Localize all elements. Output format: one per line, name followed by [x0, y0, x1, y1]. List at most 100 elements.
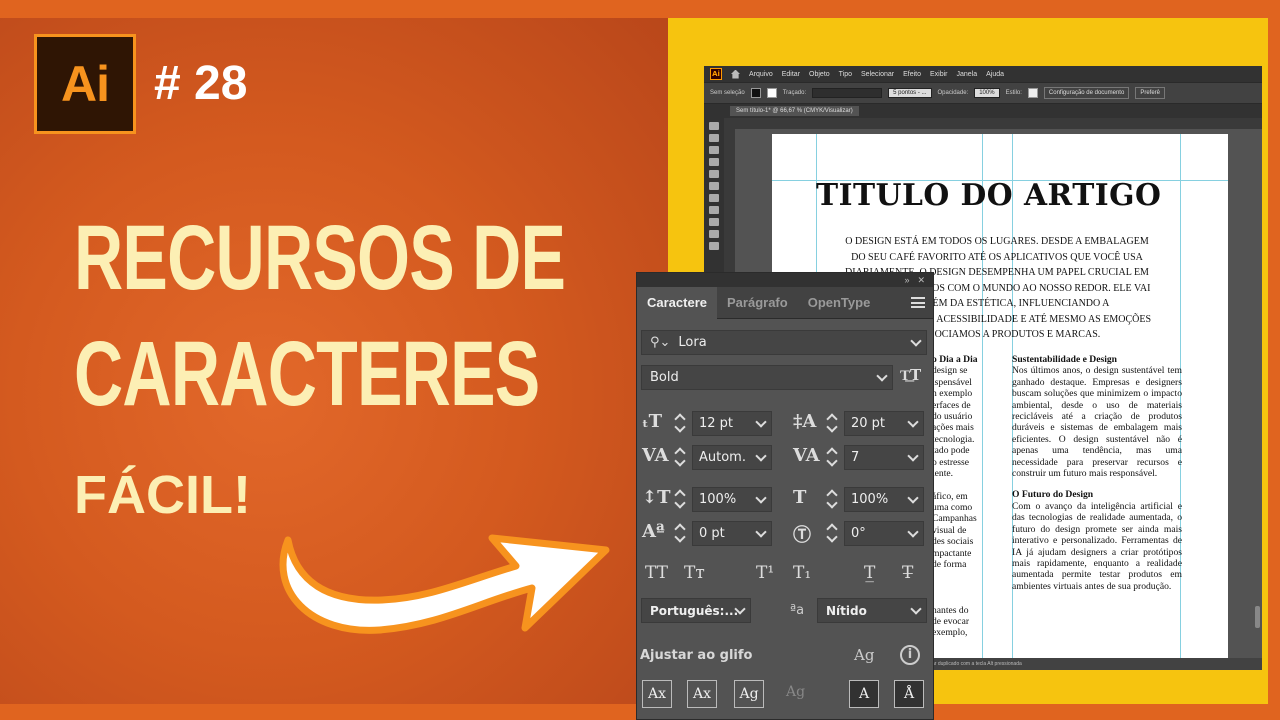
selection-tool-icon[interactable]	[709, 122, 719, 130]
menu-selecionar[interactable]: Selecionar	[861, 71, 894, 78]
chevron-down-icon	[907, 416, 919, 428]
close-icon[interactable]: ✕	[917, 275, 925, 286]
underline-icon[interactable]: T̲	[864, 563, 875, 583]
rotation-value: 0°	[851, 526, 866, 541]
snap-x-height-icon[interactable]: Ax	[687, 680, 717, 708]
snap-baseline-icon[interactable]: Ax	[642, 680, 672, 708]
snap-to-glyph-label: Ajustar ao glifo	[640, 648, 753, 663]
chevron-down-icon	[755, 450, 767, 462]
left-line: nantes do	[932, 604, 969, 616]
selection-label: Sem seleção	[710, 90, 745, 96]
left-line: de evocar	[932, 616, 970, 627]
language-dropdown[interactable]: Português:...	[641, 598, 751, 623]
collapse-icon[interactable]: »	[904, 275, 909, 285]
touch-type-icon[interactable]: T͟T	[900, 366, 921, 385]
left-line: des sociais	[932, 536, 974, 548]
article-title[interactable]: TITULO DO ARTIGO	[816, 178, 1161, 213]
baseline-shift-field[interactable]: 0 pt	[692, 521, 772, 546]
tab-opentype[interactable]: OpenType	[798, 287, 881, 319]
home-icon[interactable]	[731, 69, 740, 79]
menu-objeto[interactable]: Objeto	[809, 71, 830, 78]
menu-editar[interactable]: Editar	[782, 71, 800, 78]
eraser-tool-icon[interactable]	[709, 218, 719, 226]
shape-builder-tool-icon[interactable]	[709, 242, 719, 250]
strikethrough-icon[interactable]: T̶	[902, 563, 913, 583]
type-tool-icon[interactable]	[709, 194, 719, 202]
doc-setup-button[interactable]: Configuração de documento	[1043, 87, 1130, 99]
tracking-field[interactable]: 7	[844, 445, 924, 470]
rectangle-tool-icon[interactable]	[709, 170, 719, 178]
horizontal-scale-stepper[interactable]	[826, 487, 838, 511]
kerning-field[interactable]: Autom.	[692, 445, 772, 470]
font-size-field[interactable]: 12 pt	[692, 411, 772, 436]
left-line: tado pode	[932, 445, 970, 457]
info-icon[interactable]: i	[900, 645, 920, 665]
chevron-down-icon	[876, 370, 888, 382]
tab-caractere[interactable]: Caractere	[637, 286, 717, 319]
font-size-stepper[interactable]	[674, 411, 686, 435]
menu-exibir[interactable]: Exibir	[930, 71, 948, 78]
rotate-tool-icon[interactable]	[709, 206, 719, 214]
snap-angular-icon[interactable]: A	[849, 680, 879, 708]
menu-ajuda[interactable]: Ajuda	[986, 71, 1004, 78]
top-border	[0, 0, 1280, 18]
brush-field[interactable]: 5 pontos - ...	[888, 88, 932, 98]
vertical-scale-field[interactable]: 100%	[692, 487, 772, 512]
tab-paragrafo[interactable]: Parágrafo	[717, 287, 798, 319]
document-tab[interactable]: Sem título-1* @ 66,67 % (CMYK/Visualizar…	[730, 106, 859, 116]
baseline-shift-icon: Aª	[642, 521, 665, 542]
vertical-scrollbar[interactable]	[1255, 606, 1260, 628]
preferences-button[interactable]: Preferê	[1135, 87, 1165, 99]
style-label: Estilo:	[1005, 90, 1022, 96]
snap-anchor-icon[interactable]: Å	[894, 680, 924, 708]
left-line: Campanhas	[932, 513, 977, 525]
panel-tabs: Caractere Parágrafo OpenType	[637, 286, 933, 319]
tracking-stepper[interactable]	[826, 445, 838, 469]
menu-arquivo[interactable]: Arquivo	[749, 71, 773, 78]
font-style-dropdown[interactable]: Bold	[641, 365, 893, 390]
snap-proximity-icon[interactable]: Ag	[786, 684, 805, 700]
leading-stepper[interactable]	[826, 411, 838, 435]
style-swatch[interactable]	[1027, 88, 1038, 98]
left-line	[932, 593, 1012, 604]
glyph-guides-icon[interactable]: Ag	[854, 646, 874, 664]
subscript-icon[interactable]: T₁	[793, 563, 811, 583]
opacity-field[interactable]: 100%	[974, 88, 1000, 98]
brush-tool-icon[interactable]	[709, 182, 719, 190]
rotation-field[interactable]: 0°	[844, 521, 924, 546]
menu-janela[interactable]: Janela	[957, 71, 978, 78]
tagline: FÁCIL!	[74, 465, 251, 525]
left-line: ações mais	[932, 422, 974, 434]
section-paragraph: Nos últimos anos, o design sustentável t…	[1012, 365, 1182, 480]
curvature-tool-icon[interactable]	[709, 158, 719, 166]
menu-tipo[interactable]: Tipo	[839, 71, 852, 78]
vertical-scale-stepper[interactable]	[674, 487, 686, 511]
snap-glyph-bounds-icon[interactable]: Ag	[734, 680, 764, 708]
font-size-value: 12 pt	[699, 416, 734, 431]
horizontal-scale-field[interactable]: 100%	[844, 487, 924, 512]
kerning-stepper[interactable]	[674, 445, 686, 469]
stroke-swatch[interactable]	[766, 88, 777, 98]
menu-efeito[interactable]: Efeito	[903, 71, 921, 78]
left-column-text[interactable]: o Dia a Dia design se ispensável n exemp…	[932, 354, 1012, 639]
right-border	[1268, 0, 1280, 720]
stroke-weight-field[interactable]	[812, 88, 883, 98]
leading-field[interactable]: 20 pt	[844, 411, 924, 436]
panel-menu-icon[interactable]	[911, 297, 925, 308]
left-line: design se	[932, 365, 968, 377]
all-caps-icon[interactable]: TT	[645, 563, 668, 583]
superscript-icon[interactable]: T¹	[756, 563, 774, 583]
baseline-shift-stepper[interactable]	[674, 521, 686, 545]
fill-swatch[interactable]	[750, 88, 761, 98]
width-tool-icon[interactable]	[709, 230, 719, 238]
anti-aliasing-dropdown[interactable]: Nítido	[817, 598, 927, 623]
pen-tool-icon[interactable]	[709, 146, 719, 154]
right-column-text[interactable]: Sustentabilidade e Design Nos últimos an…	[1012, 354, 1182, 602]
direct-selection-tool-icon[interactable]	[709, 134, 719, 142]
chevron-down-icon	[907, 526, 919, 538]
small-caps-icon[interactable]: Tᴛ	[684, 563, 705, 583]
left-line: uma como	[932, 502, 973, 514]
font-family-dropdown[interactable]: ⚲⌄ Lora	[641, 330, 927, 355]
rotation-stepper[interactable]	[826, 521, 838, 545]
chevron-down-icon	[910, 603, 922, 615]
